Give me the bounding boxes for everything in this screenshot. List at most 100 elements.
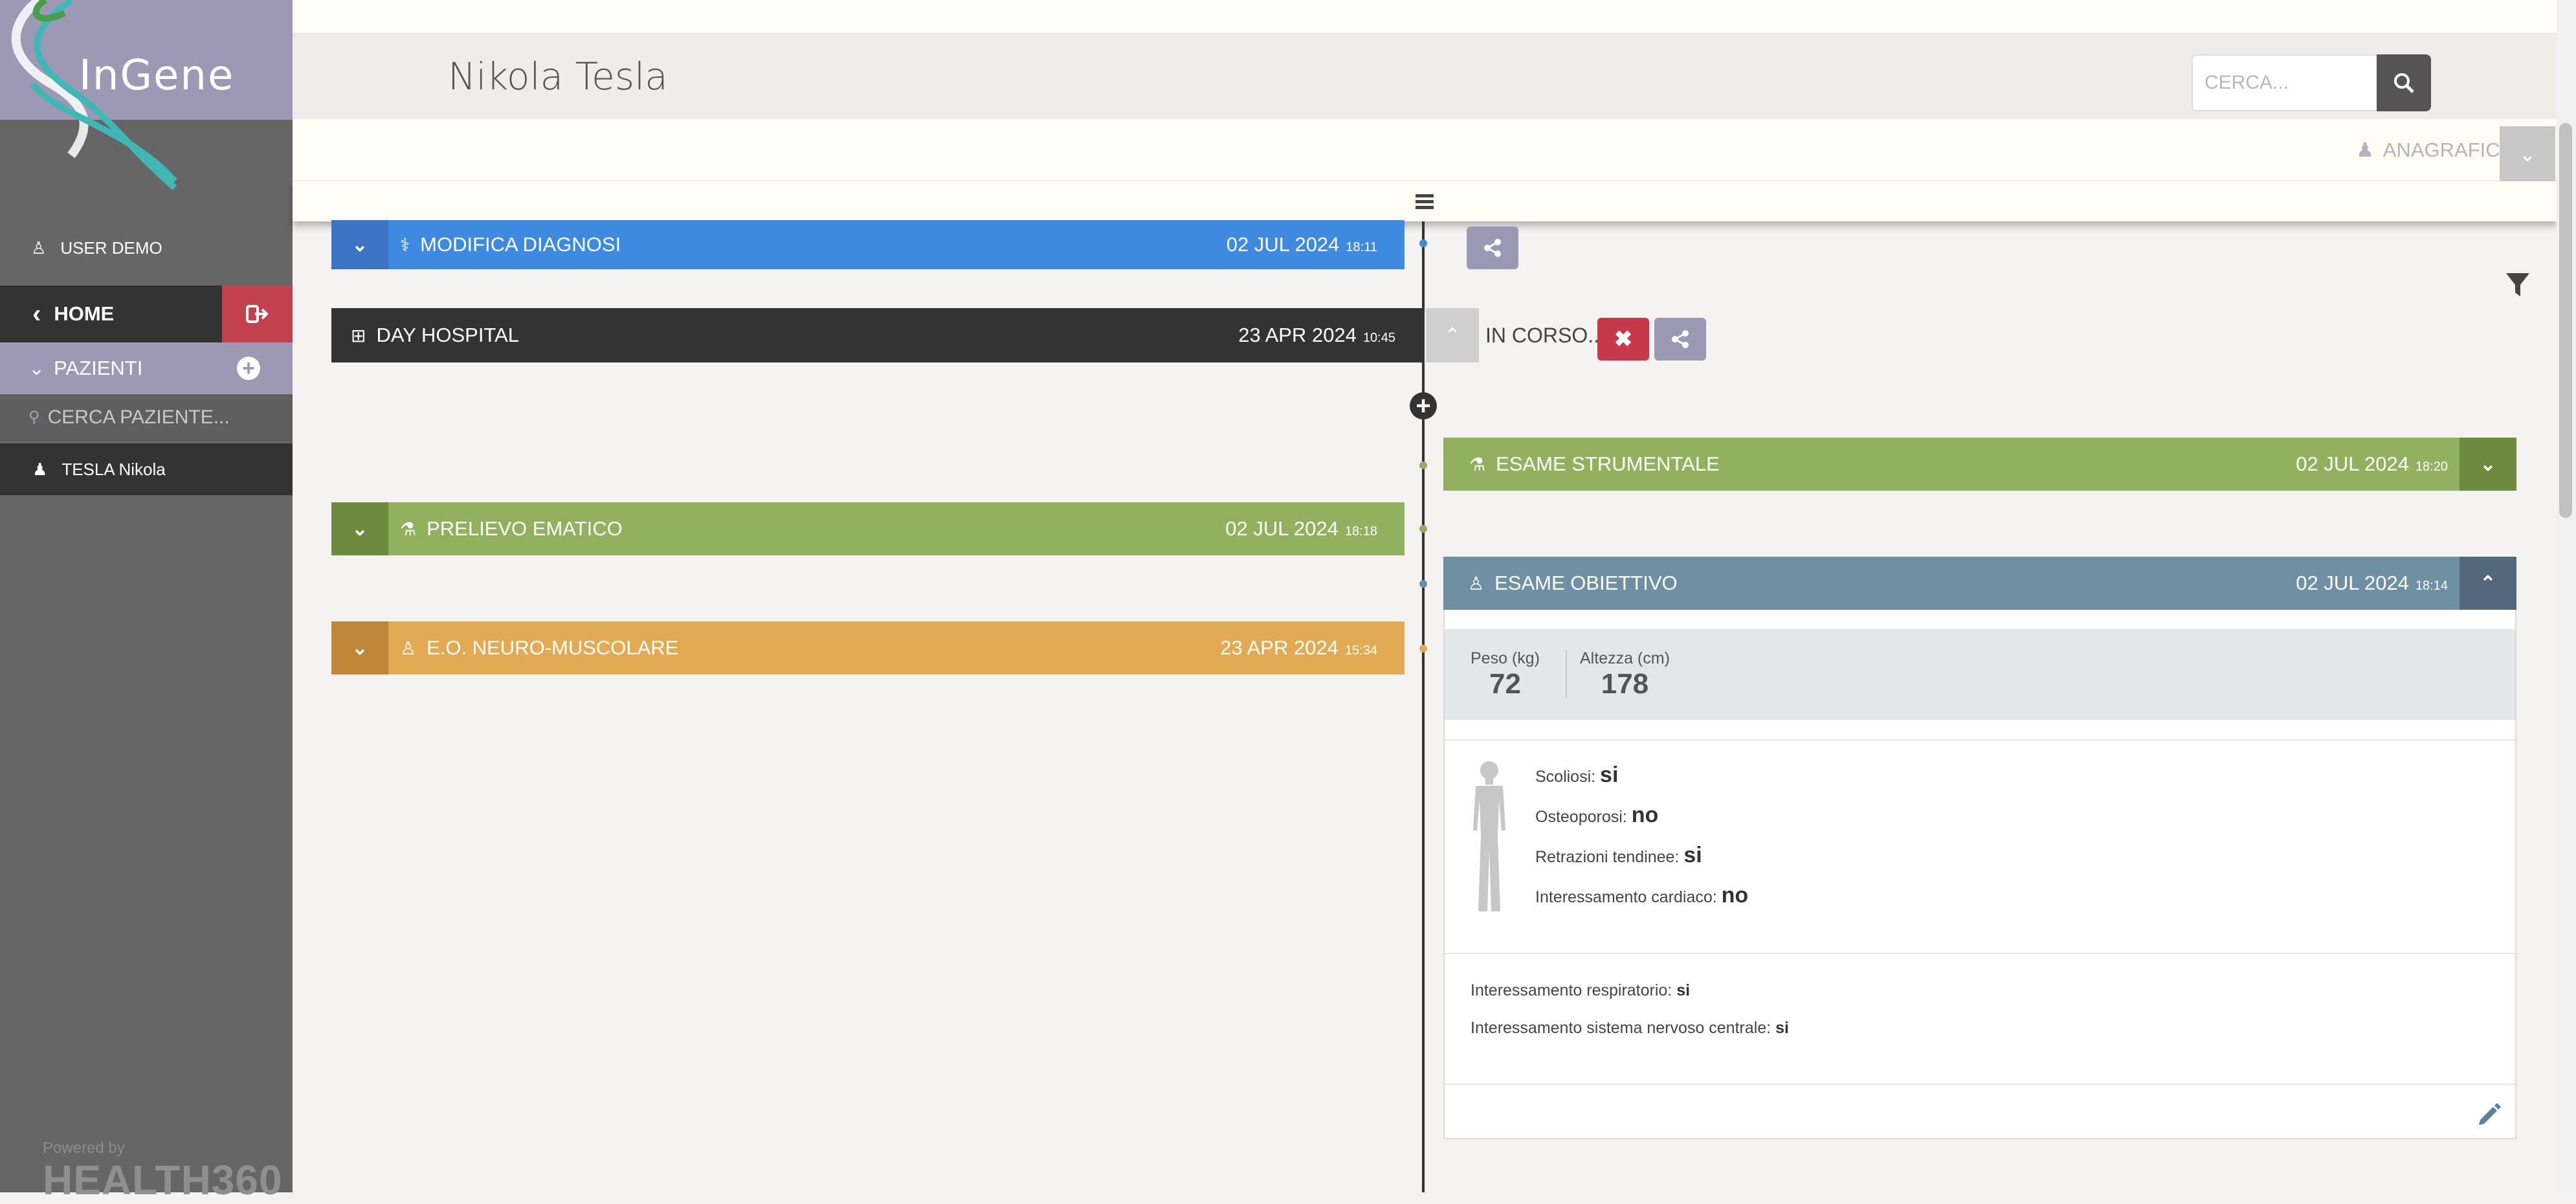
panel-footer [1445, 1084, 2515, 1138]
measures-bar: Peso (kg) 72 Altezza (cm) 178 [1445, 629, 2515, 720]
chevron-left-icon: ‹ [32, 299, 41, 328]
sidebar-item-patient[interactable]: ♟ TESLA Nikola [0, 443, 293, 495]
question-value: si [1775, 1019, 1789, 1037]
flask-icon: ⚗ [400, 518, 417, 539]
timeline-card-prelievo-ematico[interactable]: ⌄ ⚗ PRELIEVO EMATICO 02 JUL 2024 18:18 [331, 502, 1405, 555]
expand-toggle[interactable]: ⌄ [331, 502, 388, 555]
share-button[interactable] [1467, 227, 1518, 269]
filter-button[interactable] [2505, 272, 2531, 302]
scrollbar-thumb[interactable] [2559, 123, 2572, 518]
question-label: Interessamento sistema nervoso centrale: [1471, 1019, 1771, 1037]
card-title-wrap: ⚕ MODIFICA DIAGNOSI [388, 233, 1227, 256]
expand-toggle[interactable]: ⌄ [331, 220, 388, 269]
measure-label: Altezza (cm) [1579, 649, 1670, 667]
top-strip [293, 0, 2557, 34]
logout-button[interactable] [222, 285, 293, 342]
menu-toggle-bar[interactable] [293, 181, 2557, 221]
card-date-wrap: 02 JUL 2024 18:14 [2296, 572, 2459, 595]
card-date-wrap: 02 JUL 2024 18:18 [1225, 517, 1405, 541]
question-label: Osteoporosi: [1535, 808, 1627, 826]
exam-question: Interessamento sistema nervoso centrale:… [1471, 1019, 1789, 1038]
add-patient-button[interactable]: + [237, 357, 260, 380]
question-label: Interessamento respiratorio: [1471, 981, 1672, 999]
question-label: Scoliosi: [1535, 768, 1596, 786]
share-button[interactable] [1654, 318, 1706, 361]
chevron-down-icon: ⌄ [2518, 142, 2537, 166]
card-date: 23 APR 2024 [1220, 636, 1338, 659]
filter-icon [2506, 273, 2529, 296]
close-day-hospital-button[interactable]: ✖ [1597, 318, 1649, 361]
card-title-wrap: ♙ ESAME OBIETTIVO [1443, 572, 2296, 595]
chevron-down-icon: ⌄ [351, 637, 368, 659]
anagrafica-link[interactable]: ♟ ANAGRAFICA [2356, 119, 2513, 181]
exam-question: Osteoporosi: no [1535, 803, 1658, 828]
search-button[interactable] [2377, 54, 2431, 111]
close-icon: ✖ [1614, 327, 1633, 351]
timeline-dot [1419, 580, 1427, 588]
page-title: Nikola Tesla [448, 54, 668, 98]
anagrafica-label: ANAGRAFICA [2382, 139, 2514, 161]
exam-question: Retrazioni tendinee: si [1535, 843, 1702, 868]
status-badge: IN CORSO... [1485, 323, 1605, 347]
timeline-card-day-hospital[interactable]: ⊞ DAY HOSPITAL 23 APR 2024 10:45 [331, 308, 1423, 362]
sidebar-user[interactable]: ♙ USER DEMO [0, 230, 293, 266]
timeline-dot [1419, 525, 1427, 533]
question-value: no [1721, 883, 1749, 908]
card-date: 02 JUL 2024 [1226, 233, 1340, 256]
timeline-card-esame-strumentale[interactable]: ⚗ ESAME STRUMENTALE 02 JUL 2024 18:20 ⌄ [1443, 438, 2516, 491]
card-date-wrap: 02 JUL 2024 18:11 [1227, 233, 1405, 256]
chevron-down-icon: ⌄ [351, 234, 368, 256]
card-title-wrap: ⊞ DAY HOSPITAL [351, 324, 1238, 347]
question-label: Retrazioni tendinee: [1535, 848, 1680, 866]
card-time: 18:20 [2415, 460, 2448, 474]
logout-icon [245, 305, 269, 323]
chevron-down-icon: ⌄ [28, 357, 45, 379]
powered-by-brand: HEALTH360 [43, 1157, 283, 1203]
card-title-wrap: ⚗ ESAME STRUMENTALE [1443, 452, 2296, 476]
search-input[interactable] [2192, 54, 2377, 111]
sidebar-item-home-label: HOME [54, 302, 115, 325]
sidebar-user-label: USER DEMO [60, 238, 162, 258]
edit-button[interactable] [2476, 1100, 2502, 1126]
timeline-dot [1419, 462, 1427, 469]
human-body-icon [1467, 759, 1512, 917]
powered-by-label: Powered by [43, 1139, 125, 1157]
card-time: 18:14 [2415, 579, 2448, 593]
question-label: Interessamento cardiaco: [1535, 888, 1717, 906]
sidebar-section-pazienti-label: PAZIENTI [54, 357, 143, 379]
card-time: 18:11 [1346, 240, 1377, 254]
measure-weight: Peso (kg) 72 [1471, 649, 1553, 700]
expand-toggle[interactable]: ⌄ [2459, 438, 2516, 491]
card-date: 02 JUL 2024 [2296, 572, 2409, 594]
card-date: 23 APR 2024 [1238, 324, 1357, 346]
collapse-toggle[interactable]: ⌃ [2459, 557, 2516, 610]
measure-value: 72 [1489, 667, 1521, 700]
search-icon: ⚲ [28, 408, 40, 426]
question-value: si [1676, 981, 1691, 999]
add-event-button[interactable]: + [1410, 392, 1437, 419]
patient-search-input[interactable] [46, 405, 269, 429]
card-title-wrap: ♙ E.O. NEURO-MUSCOLARE [388, 636, 1220, 660]
timeline-card-modifica-diagnosi[interactable]: ⌄ ⚕ MODIFICA DIAGNOSI 02 JUL 2024 18:11 [331, 220, 1405, 269]
card-time: 15:34 [1344, 643, 1377, 658]
user-icon: ♟ [32, 459, 48, 479]
sidebar-item-home[interactable]: ‹ HOME [0, 285, 222, 342]
card-date-wrap: 23 APR 2024 15:34 [1220, 636, 1405, 660]
chevron-down-icon: ⌄ [351, 518, 368, 540]
timeline-card-esame-obiettivo[interactable]: ♙ ESAME OBIETTIVO 02 JUL 2024 18:14 ⌃ [1443, 557, 2516, 610]
card-title: DAY HOSPITAL [376, 324, 519, 346]
card-title: ESAME STRUMENTALE [1496, 452, 1720, 475]
chevron-down-icon: ⌄ [2480, 453, 2496, 475]
timeline-axis [1422, 221, 1425, 1192]
expand-toggle[interactable]: ⌄ [331, 621, 388, 674]
measure-value: 178 [1601, 667, 1649, 700]
day-hospital-collapse-button[interactable]: ⌃ [1426, 308, 1479, 362]
user-icon: ♟ [2356, 139, 2374, 161]
pencil-icon [2479, 1103, 2501, 1125]
anagrafica-toggle-button[interactable]: ⌄ [2500, 126, 2555, 182]
timeline-card-eo-neuro-muscolare[interactable]: ⌄ ♙ E.O. NEURO-MUSCOLARE 23 APR 2024 15:3… [331, 621, 1405, 674]
question-value: no [1631, 803, 1659, 827]
chevron-up-icon: ⌃ [1444, 324, 1461, 346]
patient-search: ⚲ [0, 394, 293, 441]
flask-icon: ⚗ [1469, 454, 1486, 474]
